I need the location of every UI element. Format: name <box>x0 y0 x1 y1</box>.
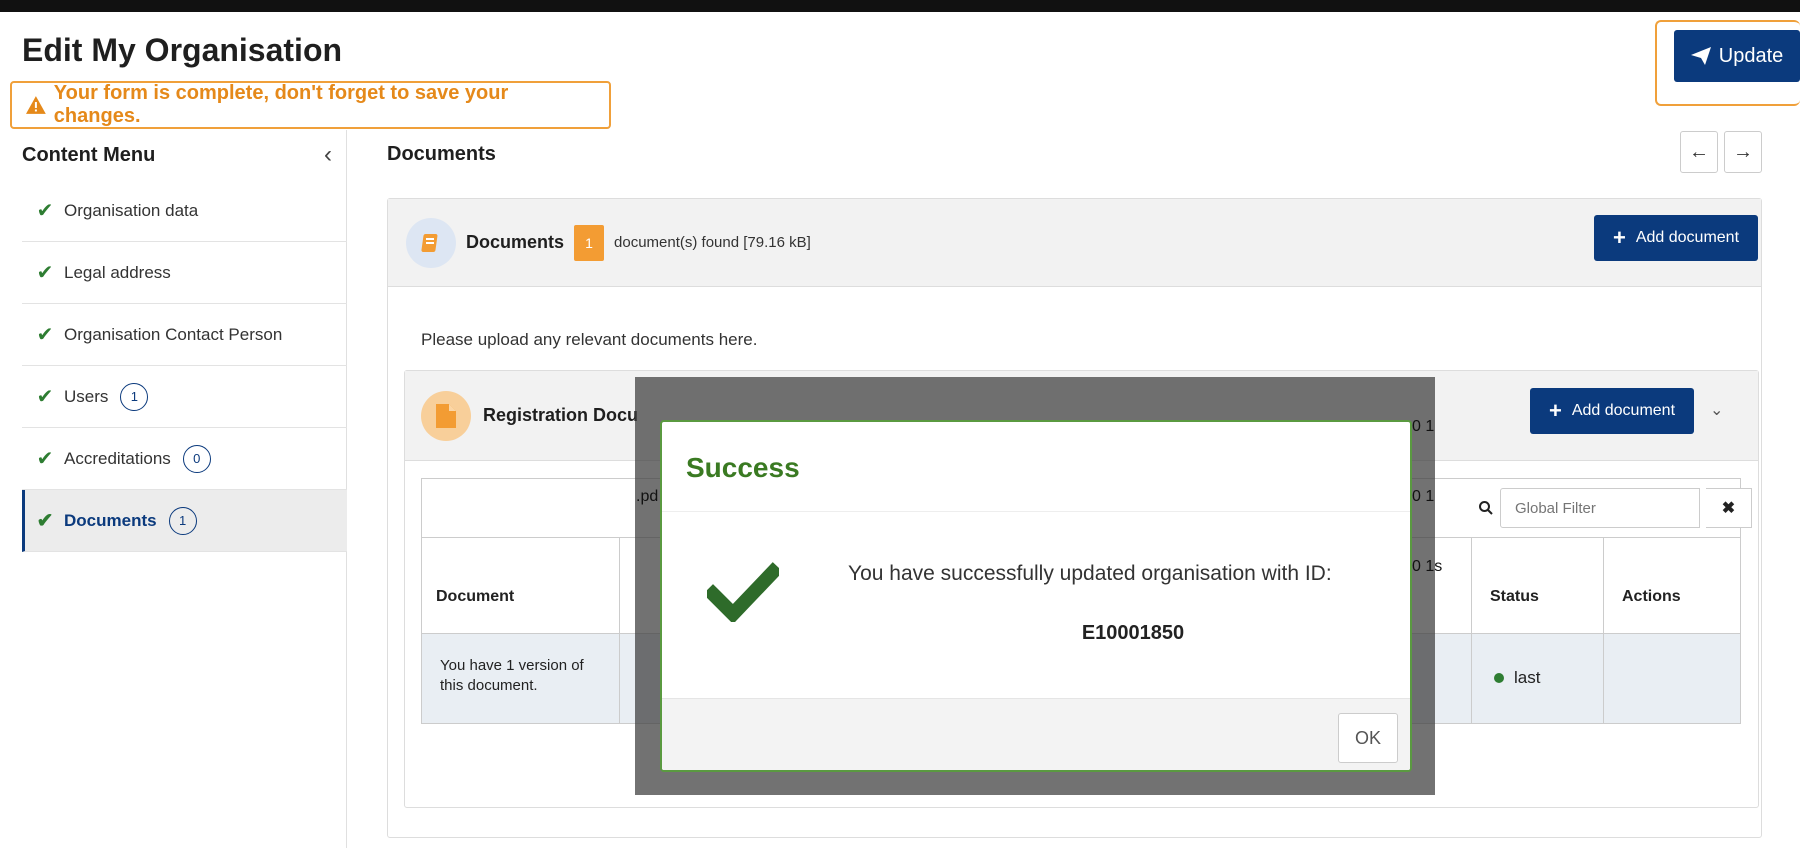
documents-count-badge: 1 <box>574 224 605 261</box>
sidebar-item-legal-address[interactable]: ✔ Legal address <box>22 242 347 304</box>
status-dot-icon <box>1494 673 1504 683</box>
dialog-message: You have successfully updated organisati… <box>848 562 1332 585</box>
global-filter-input[interactable] <box>1500 488 1700 528</box>
clear-filter-button[interactable]: ✖ <box>1706 488 1752 528</box>
dialog-body: You have successfully updated organisati… <box>662 512 1410 698</box>
content-menu: Content Menu ‹ ✔ Organisation data ✔ Leg… <box>22 130 347 848</box>
check-icon: ✔ <box>36 510 54 532</box>
check-icon: ✔ <box>36 200 54 222</box>
success-check-icon <box>707 562 779 622</box>
content-menu-title: Content Menu <box>22 143 156 166</box>
close-icon: ✖ <box>1721 500 1736 517</box>
unsaved-warning: Your form is complete, don't forget to s… <box>10 81 611 129</box>
sidebar-item-label: Users <box>64 386 109 406</box>
global-filter: ✖ <box>1478 488 1752 528</box>
page-title: Edit My Organisation <box>22 32 343 68</box>
column-header-status: Status <box>1490 588 1539 605</box>
sidebar-item-label: Organisation Contact Person <box>64 324 283 344</box>
status-text: last <box>1514 668 1541 687</box>
top-bar <box>0 0 1800 12</box>
documents-found-text: document(s) found [79.16 kB] <box>614 234 811 251</box>
organisation-id: E10001850 <box>1081 622 1185 644</box>
sidebar-item-label: Documents <box>64 510 157 530</box>
column-divider <box>1471 538 1472 724</box>
dialog-title: Success <box>662 422 1410 512</box>
book-icon <box>406 217 456 268</box>
arrow-right-icon: → <box>1733 140 1753 163</box>
sidebar-item-documents[interactable]: ✔ Documents 1 <box>22 490 347 552</box>
check-icon: ✔ <box>36 448 54 470</box>
column-header-document: Document <box>436 588 515 605</box>
plus-icon: + <box>1612 225 1626 250</box>
section-title: Documents <box>387 143 496 165</box>
next-button[interactable]: → <box>1724 131 1762 173</box>
ok-button[interactable]: OK <box>1338 713 1398 763</box>
sidebar-item-organisation-data[interactable]: ✔ Organisation data <box>22 180 347 242</box>
registration-documents-label: Registration Docu <box>483 405 639 425</box>
obscured-text: 0 1s <box>1412 558 1443 575</box>
obscured-text: .pd <box>636 488 659 505</box>
expand-chevron-icon[interactable]: ⌄ <box>1710 400 1723 420</box>
add-document-label: Add document <box>1571 402 1676 419</box>
sidebar-item-label: Accreditations <box>64 448 171 468</box>
count-badge: 1 <box>168 506 197 535</box>
count-badge: 1 <box>120 382 149 411</box>
documents-panel-header: Documents 1 document(s) found [79.16 kB] <box>388 199 1761 287</box>
sidebar-item-contact-person[interactable]: ✔ Organisation Contact Person <box>22 304 347 366</box>
documents-label: Documents <box>466 232 565 252</box>
check-icon: ✔ <box>36 262 54 284</box>
search-icon <box>1479 501 1493 515</box>
update-button[interactable]: Update <box>1674 30 1800 82</box>
update-label: Update <box>1718 44 1784 67</box>
arrow-left-icon: ← <box>1689 140 1709 163</box>
sidebar-item-accreditations[interactable]: ✔ Accreditations 0 <box>22 428 347 490</box>
help-text: Please upload any relevant documents her… <box>421 330 758 349</box>
add-registration-document-button[interactable]: + Add document <box>1530 388 1694 434</box>
column-header-actions: Actions <box>1622 588 1681 605</box>
document-version-text: You have 1 version of this document. <box>440 657 584 694</box>
content-menu-header: Content Menu ‹ <box>22 130 346 180</box>
column-divider <box>1603 538 1604 724</box>
dialog-footer: OK <box>662 698 1410 770</box>
add-document-button[interactable]: + Add document <box>1594 215 1758 261</box>
obscured-text: 0 1 <box>1412 488 1435 505</box>
plus-icon: + <box>1548 398 1562 423</box>
file-icon <box>421 391 471 441</box>
column-divider <box>619 538 620 724</box>
warning-icon <box>26 96 46 114</box>
sidebar-item-label: Legal address <box>64 262 171 282</box>
check-icon: ✔ <box>36 386 54 408</box>
status-cell: last <box>1494 668 1540 688</box>
collapse-chevron-icon[interactable]: ‹ <box>324 141 332 169</box>
sidebar-item-label: Organisation data <box>64 200 199 220</box>
success-dialog: Success You have successfully updated or… <box>660 420 1412 772</box>
obscured-text: 0 1 <box>1412 418 1435 435</box>
previous-button[interactable]: ← <box>1680 131 1718 173</box>
warning-text: Your form is complete, don't forget to s… <box>53 82 509 127</box>
count-badge: 0 <box>182 444 211 473</box>
add-document-label: Add document <box>1635 229 1740 246</box>
send-icon <box>1690 47 1711 65</box>
sidebar-item-users[interactable]: ✔ Users 1 <box>22 366 347 428</box>
check-icon: ✔ <box>36 324 54 346</box>
